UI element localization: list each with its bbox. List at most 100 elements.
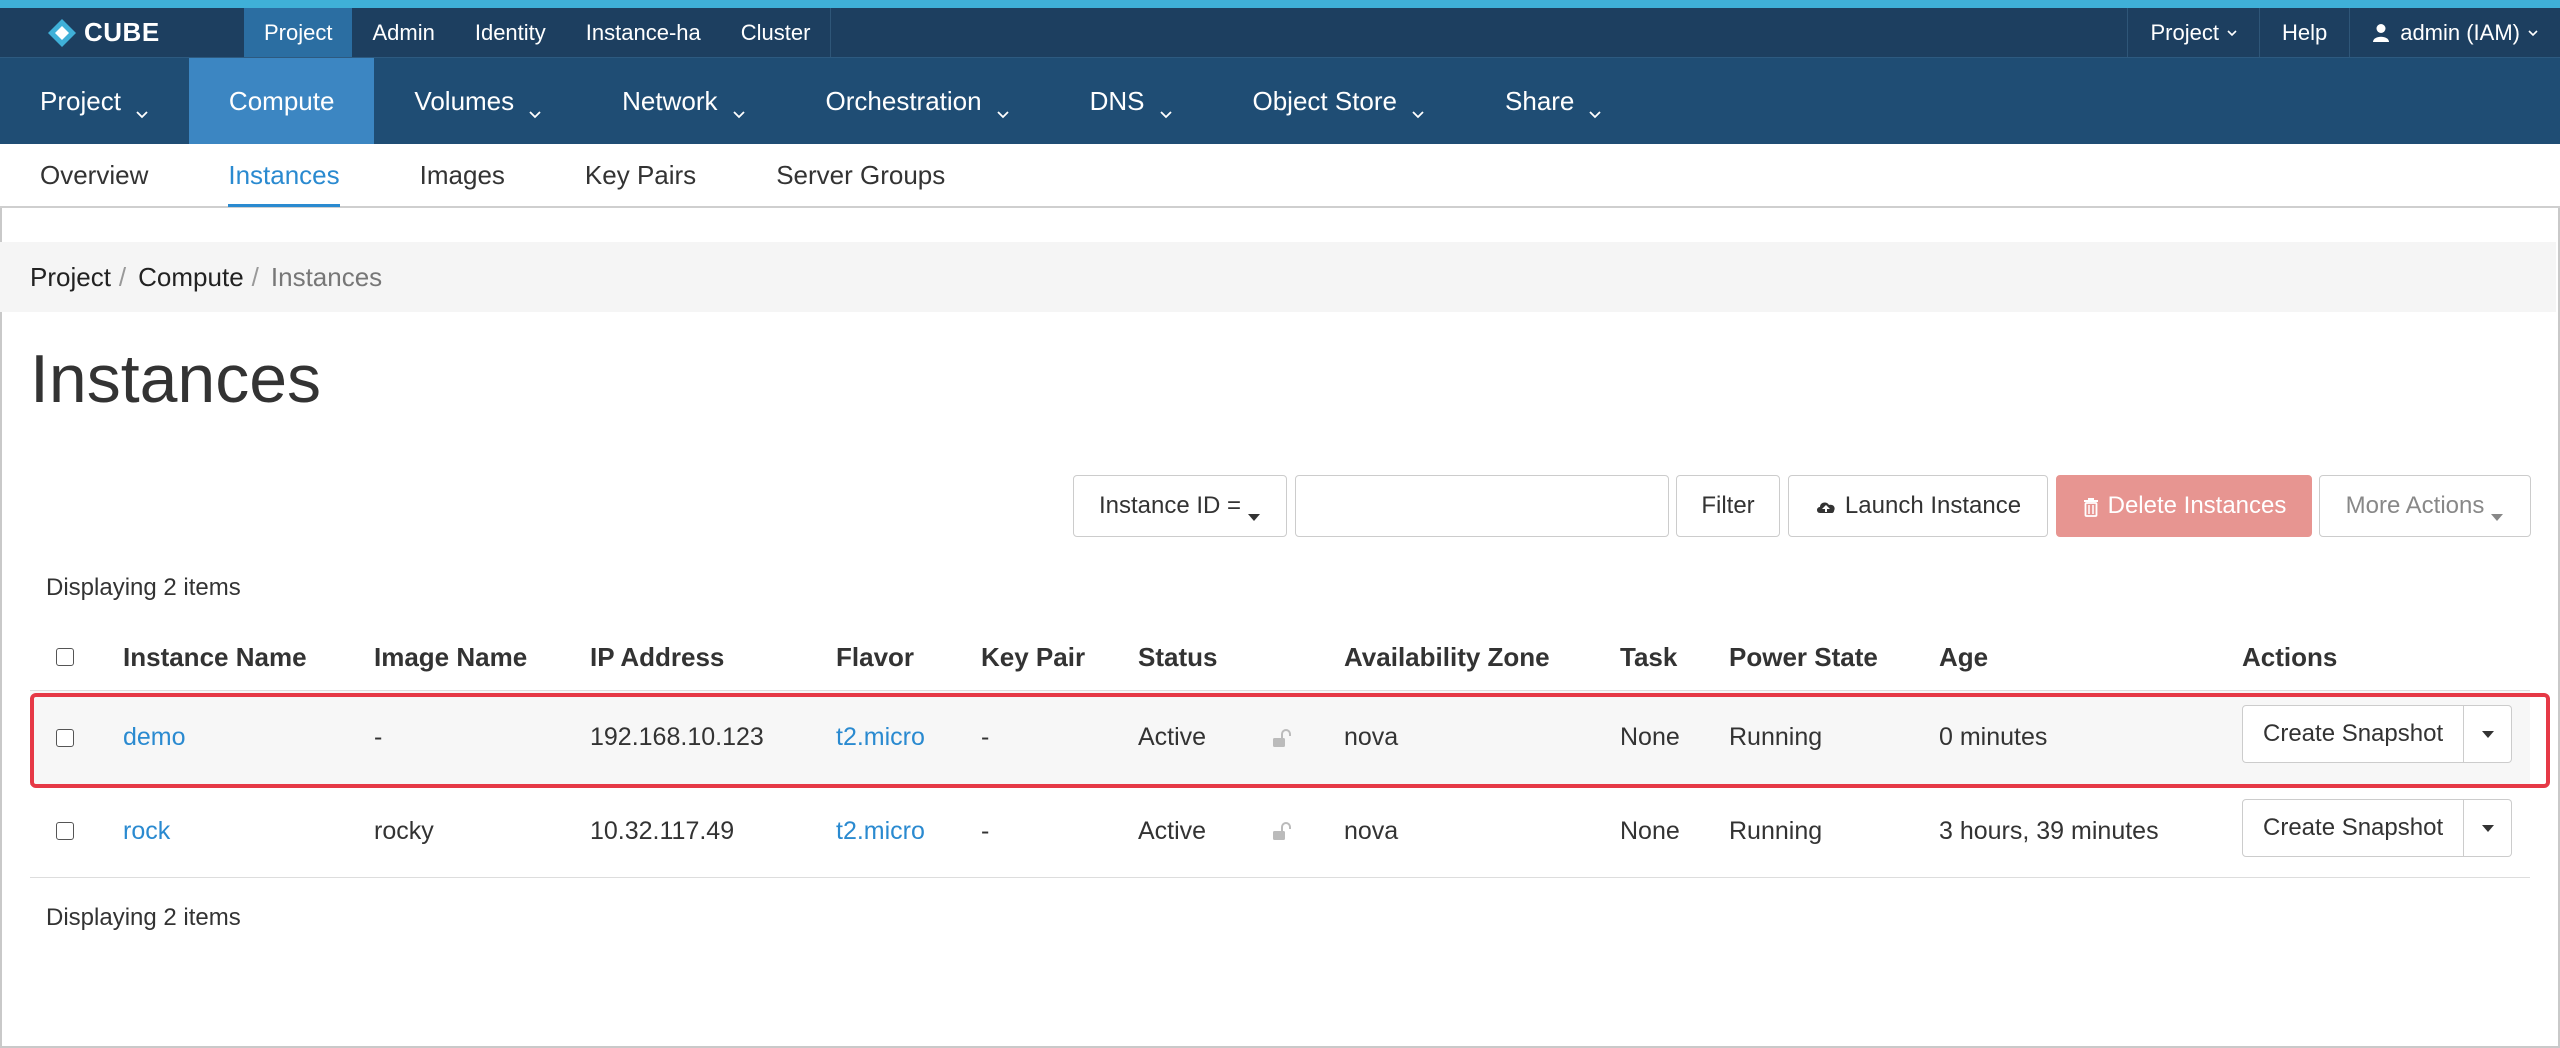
row-actions-dropdown[interactable] <box>2464 799 2513 857</box>
col-ip-address[interactable]: IP Address <box>590 624 724 690</box>
filter-input[interactable] <box>1295 475 1669 537</box>
flavor-link[interactable]: t2.micro <box>836 691 925 784</box>
main-nav-object-store[interactable]: Object Store <box>1213 58 1466 144</box>
top-nav-project[interactable]: Project <box>244 8 353 57</box>
zone-cell: nova <box>1344 723 1399 751</box>
main-nav-label: Share <box>1505 85 1575 116</box>
breadcrumb-compute[interactable]: Compute <box>138 262 244 293</box>
user-icon <box>2372 23 2390 43</box>
col-availability-zone[interactable]: Availability Zone <box>1344 624 1550 690</box>
main-nav-volumes[interactable]: Volumes <box>374 58 582 144</box>
instance-name-link[interactable]: demo <box>123 691 186 784</box>
tab-overview[interactable]: Overview <box>0 144 188 206</box>
breadcrumb-project[interactable]: Project <box>30 262 111 293</box>
tab-server-groups[interactable]: Server Groups <box>736 144 985 206</box>
more-actions-button[interactable]: More Actions <box>2319 475 2531 537</box>
breadcrumb-separator: / <box>118 261 127 292</box>
filter-button[interactable]: Filter <box>1676 475 1780 537</box>
breadcrumb-current: Instances <box>270 261 383 292</box>
chevron-down-icon <box>1411 96 1425 119</box>
main-nav-network[interactable]: Network <box>582 58 785 144</box>
status-cell: Active <box>1138 816 1207 845</box>
instances-table: Instance Name Image Name IP Address Flav… <box>30 624 2530 878</box>
row-checkbox[interactable] <box>56 728 74 747</box>
page-title: Instances <box>30 341 322 417</box>
col-task[interactable]: Task <box>1620 624 1677 690</box>
flavor-link[interactable]: t2.micro <box>836 785 925 877</box>
brand-logo[interactable]: CUBE <box>0 8 244 57</box>
top-accent-stripe <box>0 0 2560 8</box>
tab-key-pairs[interactable]: Key Pairs <box>545 144 736 206</box>
main-nav-label: Volumes <box>414 85 515 116</box>
row-select-cell <box>56 785 74 877</box>
delete-instances-label: Delete Instances <box>2107 492 2287 519</box>
col-flavor[interactable]: Flavor <box>836 624 914 690</box>
table-header: Instance Name Image Name IP Address Flav… <box>30 624 2530 690</box>
chevron-down-icon <box>732 96 746 119</box>
status-cell: Active <box>1138 723 1207 751</box>
caret-down-icon <box>1247 501 1261 521</box>
project-dropdown[interactable]: Project <box>2127 8 2258 57</box>
chevron-down-icon <box>2528 28 2538 38</box>
main-nav-orchestration[interactable]: Orchestration <box>786 58 1050 144</box>
task-cell: None <box>1620 723 1680 751</box>
power-state-cell: Running <box>1729 816 1823 845</box>
user-dropdown[interactable]: admin (IAM) <box>2349 8 2560 57</box>
col-image-name[interactable]: Image Name <box>374 624 527 690</box>
col-instance-name[interactable]: Instance Name <box>123 624 307 690</box>
top-bar: CUBE Project Admin Identity Instance-ha … <box>0 8 2560 58</box>
user-dropdown-label: admin (IAM) <box>2400 19 2520 45</box>
caret-down-icon <box>2481 731 2494 738</box>
col-power-state[interactable]: Power State <box>1729 624 1878 690</box>
table-row: rock rocky 10.32.117.49 t2.micro - Activ… <box>30 784 2530 878</box>
trash-icon <box>2082 496 2100 517</box>
top-nav: Project Admin Identity Instance-ha Clust… <box>244 8 832 57</box>
row-checkbox[interactable] <box>56 822 74 840</box>
top-nav-cluster[interactable]: Cluster <box>721 8 831 57</box>
main-nav-label: Orchestration <box>825 85 982 116</box>
delete-instances-button[interactable]: Delete Instances <box>2056 475 2312 537</box>
filter-field-select[interactable]: Instance ID = <box>1073 475 1287 537</box>
col-key-pair[interactable]: Key Pair <box>981 624 1085 690</box>
select-all-checkbox[interactable] <box>56 648 74 666</box>
col-status[interactable]: Status <box>1138 624 1217 690</box>
top-nav-instance-ha[interactable]: Instance-ha <box>566 8 721 57</box>
chevron-down-icon <box>996 96 1010 119</box>
create-snapshot-button[interactable]: Create Snapshot <box>2242 705 2465 763</box>
main-nav-label: Network <box>622 85 718 116</box>
age-cell: 3 hours, 39 minutes <box>1939 816 2159 845</box>
more-actions-label: More Actions <box>2345 492 2485 519</box>
instance-name-link[interactable]: rock <box>123 785 170 877</box>
filter-field-label: Instance ID = <box>1098 492 1242 519</box>
create-snapshot-button[interactable]: Create Snapshot <box>2242 799 2465 857</box>
key-pair-cell: - <box>981 816 990 845</box>
caret-down-icon <box>2490 501 2504 521</box>
tab-instances[interactable]: Instances <box>188 144 379 207</box>
main-nav-project[interactable]: Project <box>0 58 189 144</box>
image-name-cell: - <box>374 723 383 751</box>
top-nav-admin[interactable]: Admin <box>352 8 454 57</box>
launch-instance-button[interactable]: Launch Instance <box>1788 475 2048 537</box>
row-actions-dropdown[interactable] <box>2464 705 2513 763</box>
launch-instance-label: Launch Instance <box>1844 492 2022 519</box>
chevron-down-icon <box>1588 96 1602 119</box>
chevron-down-icon <box>2227 28 2237 38</box>
main-nav: Project Compute Volumes Network Orchestr… <box>0 58 2560 144</box>
select-all-cell <box>56 624 74 690</box>
row-actions: Create Snapshot <box>2242 799 2513 857</box>
tab-images[interactable]: Images <box>380 144 545 206</box>
unlock-icon <box>1270 691 1292 784</box>
col-age[interactable]: Age <box>1939 624 1988 690</box>
chevron-down-icon <box>1159 96 1173 119</box>
brand-name: CUBE <box>84 17 160 47</box>
top-nav-identity[interactable]: Identity <box>455 8 566 57</box>
help-link[interactable]: Help <box>2258 8 2349 57</box>
main-nav-label: DNS <box>1089 85 1145 116</box>
top-right-menu: Project Help admin (IAM) <box>2127 8 2560 57</box>
chevron-down-icon <box>135 96 149 119</box>
zone-cell: nova <box>1344 816 1399 845</box>
main-nav-share[interactable]: Share <box>1465 58 1642 144</box>
main-nav-dns[interactable]: DNS <box>1050 58 1213 144</box>
main-nav-compute[interactable]: Compute <box>188 58 375 144</box>
main-nav-label: Project <box>40 85 121 116</box>
